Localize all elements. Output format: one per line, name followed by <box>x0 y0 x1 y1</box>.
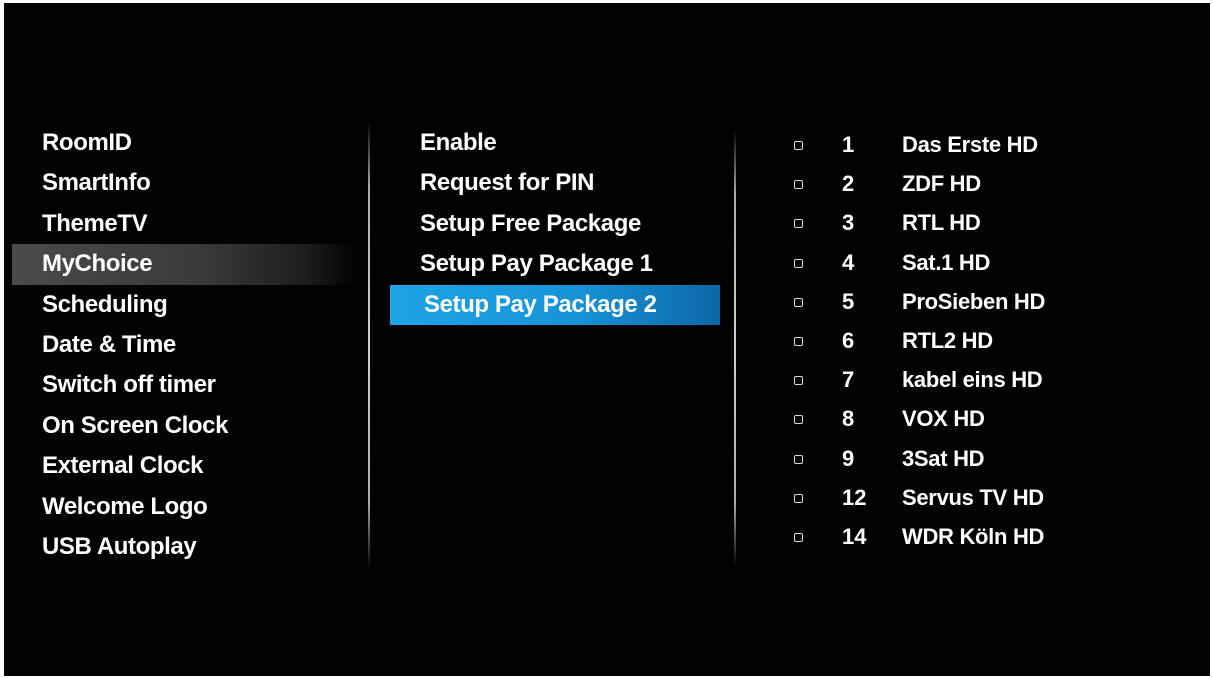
channel-list: 1 Das Erste HD 2 ZDF HD 3 RTL HD 4 Sat.1… <box>774 125 1194 556</box>
menu-item-label: SmartInfo <box>42 169 151 197</box>
submenu-item-label: Request for PIN <box>420 169 595 197</box>
menu-item-label: Scheduling <box>42 290 168 318</box>
submenu-item-label: Enable <box>420 129 497 156</box>
submenu-item-request-pin[interactable]: Request for PIN <box>390 163 720 203</box>
menu-item-label: MyChoice <box>42 250 153 278</box>
channel-number: 5 <box>842 288 855 314</box>
menu-item-label: ThemeTV <box>42 209 148 237</box>
menu-item-label: USB Autoplay <box>42 532 197 560</box>
checkbox[interactable] <box>794 336 803 346</box>
mychoice-submenu: Enable Request for PIN Setup Free Packag… <box>390 123 720 325</box>
menu-item-scheduling[interactable]: Scheduling <box>4 285 364 325</box>
menu-item-on-screen-clock[interactable]: On Screen Clock <box>4 406 364 446</box>
channel-name: ProSieben HD <box>902 288 1046 314</box>
channel-number: 9 <box>842 445 855 471</box>
channel-name: Sat.1 HD <box>902 249 991 275</box>
menu-item-label: Switch off timer <box>42 371 216 399</box>
channel-number: 12 <box>842 484 867 510</box>
channel-row[interactable]: 1 Das Erste HD <box>774 125 1194 164</box>
channel-name: ZDF HD <box>902 171 981 197</box>
channel-name: Servus TV HD <box>902 484 1044 510</box>
submenu-item-label: Setup Free Package <box>420 209 641 237</box>
menu-item-label: Welcome Logo <box>42 492 208 520</box>
column-divider <box>368 121 370 569</box>
channel-name: 3Sat HD <box>902 445 985 471</box>
submenu-item-setup-pay-package-2[interactable]: Setup Pay Package 2 <box>390 284 720 325</box>
checkbox[interactable] <box>794 297 803 307</box>
channel-name: kabel eins HD <box>902 367 1043 393</box>
channel-name: WDR Köln HD <box>902 523 1045 549</box>
channel-row[interactable]: 8 VOX HD <box>774 399 1194 438</box>
checkbox[interactable] <box>794 141 803 150</box>
channel-name: RTL HD <box>902 210 981 236</box>
menu-item-mychoice[interactable]: MyChoice <box>12 244 354 285</box>
menu-item-themetv[interactable]: ThemeTV <box>4 204 364 244</box>
channel-row[interactable]: 9 3Sat HD <box>774 439 1194 478</box>
menu-item-usb-autoplay[interactable]: USB Autoplay <box>4 527 364 567</box>
checkbox[interactable] <box>794 180 803 190</box>
tv-screen: RoomID SmartInfo ThemeTV MyChoice Schedu… <box>4 3 1210 676</box>
submenu-item-setup-free-package[interactable]: Setup Free Package <box>390 204 720 244</box>
submenu-item-enable[interactable]: Enable <box>390 123 720 163</box>
menu-item-welcome-logo[interactable]: Welcome Logo <box>4 487 364 527</box>
channel-row[interactable]: 14 WDR Köln HD <box>774 517 1194 556</box>
checkbox[interactable] <box>794 376 803 386</box>
checkbox[interactable] <box>794 415 803 425</box>
checkbox[interactable] <box>794 532 803 542</box>
submenu-item-label: Setup Pay Package 2 <box>424 290 657 318</box>
menu-item-external-clock[interactable]: External Clock <box>4 446 364 486</box>
menu-item-label: Date & Time <box>42 330 176 358</box>
channel-number: 1 <box>842 132 855 157</box>
channel-row[interactable]: 6 RTL2 HD <box>774 321 1194 360</box>
channel-number: 8 <box>842 406 855 432</box>
channel-row[interactable]: 12 Servus TV HD <box>774 478 1194 517</box>
channel-name: VOX HD <box>902 406 985 432</box>
settings-menu: RoomID SmartInfo ThemeTV MyChoice Schedu… <box>4 123 364 567</box>
menu-item-date-time[interactable]: Date & Time <box>4 325 364 365</box>
channel-row[interactable]: 4 Sat.1 HD <box>774 243 1194 282</box>
channel-number: 7 <box>842 367 855 393</box>
channel-name: RTL2 HD <box>902 327 993 353</box>
checkbox[interactable] <box>794 454 803 464</box>
channel-row[interactable]: 7 kabel eins HD <box>774 360 1194 399</box>
menu-item-switch-off-timer[interactable]: Switch off timer <box>4 365 364 405</box>
channel-row[interactable]: 2 ZDF HD <box>774 164 1194 203</box>
submenu-item-setup-pay-package-1[interactable]: Setup Pay Package 1 <box>390 244 720 284</box>
channel-row[interactable]: 5 ProSieben HD <box>774 282 1194 321</box>
menu-item-smartinfo[interactable]: SmartInfo <box>4 163 364 203</box>
channel-number: 6 <box>842 327 855 353</box>
checkbox[interactable] <box>794 219 803 229</box>
menu-item-label: On Screen Clock <box>42 411 229 439</box>
channel-row[interactable]: 3 RTL HD <box>774 203 1194 242</box>
channel-number: 2 <box>842 171 855 197</box>
checkbox[interactable] <box>794 258 803 268</box>
channel-name: Das Erste HD <box>902 132 1038 157</box>
menu-item-label: External Clock <box>42 452 204 480</box>
checkbox[interactable] <box>794 493 803 503</box>
channel-number: 4 <box>842 249 855 275</box>
channel-number: 3 <box>842 210 855 236</box>
menu-item-roomid[interactable]: RoomID <box>4 123 364 163</box>
channel-number: 14 <box>842 523 867 549</box>
menu-item-label: RoomID <box>42 129 132 156</box>
column-divider <box>734 129 736 567</box>
submenu-item-label: Setup Pay Package 1 <box>420 250 653 278</box>
